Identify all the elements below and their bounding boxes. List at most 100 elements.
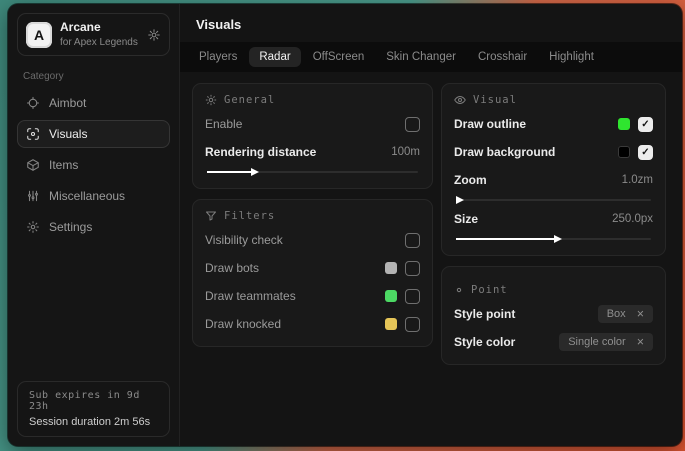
check-icon: ✓: [641, 147, 649, 158]
content: General Enable Rendering distance 100m: [180, 72, 682, 386]
draw-teammates-checkbox[interactable]: [405, 289, 420, 304]
general-panel-title: General: [205, 94, 420, 106]
draw-teammates-label: Draw teammates: [205, 289, 296, 303]
gear-icon[interactable]: [147, 28, 161, 42]
point-panel-title-text: Point: [471, 284, 508, 296]
draw-outline-color-swatch[interactable]: [618, 118, 630, 130]
draw-bots-color-swatch[interactable]: [385, 262, 397, 274]
draw-outline-row: Draw outline ✓: [454, 114, 653, 134]
visual-panel: Visual Draw outline ✓ Draw background: [441, 83, 666, 256]
sidebar-header: A Arcane for Apex Legends: [17, 13, 170, 56]
tab-highlight[interactable]: Highlight: [539, 47, 604, 67]
draw-outline-checkbox[interactable]: ✓: [638, 117, 653, 132]
sliders-icon: [26, 189, 40, 203]
visual-panel-title-text: Visual: [473, 94, 517, 106]
size-row: Size 250.0px: [454, 209, 653, 229]
sidebar-item-label: Visuals: [49, 127, 87, 141]
enable-checkbox[interactable]: [405, 117, 420, 132]
draw-knocked-label: Draw knocked: [205, 317, 281, 331]
scan-eye-icon: [26, 127, 40, 141]
eye-icon: [454, 94, 466, 106]
sidebar-item-items[interactable]: Items: [17, 151, 170, 179]
app-logo: A: [26, 22, 52, 48]
visibility-check-row: Visibility check: [205, 230, 420, 250]
filters-panel-title-text: Filters: [224, 210, 275, 222]
app-window: A Arcane for Apex Legends Category Aimbo…: [8, 4, 682, 446]
visibility-check-checkbox[interactable]: [405, 233, 420, 248]
sidebar-item-aimbot[interactable]: Aimbot: [17, 89, 170, 117]
session-info-box: Sub expires in 9d 23h Session duration 2…: [17, 381, 170, 437]
general-panel: General Enable Rendering distance 100m: [192, 83, 433, 189]
sidebar-item-visuals[interactable]: Visuals: [17, 120, 170, 148]
style-point-select[interactable]: Box ×: [598, 305, 653, 324]
rendering-distance-label: Rendering distance: [205, 145, 316, 159]
sidebar: A Arcane for Apex Legends Category Aimbo…: [8, 4, 180, 446]
app-subtitle: for Apex Legends: [60, 37, 138, 49]
sidebar-item-miscellaneous[interactable]: Miscellaneous: [17, 182, 170, 210]
draw-bots-row: Draw bots: [205, 258, 420, 278]
app-name: Arcane: [60, 21, 138, 35]
slider-thumb[interactable]: [554, 235, 562, 243]
tab-crosshair[interactable]: Crosshair: [468, 47, 537, 67]
rendering-distance-value: 100m: [391, 146, 420, 158]
tab-skin-changer[interactable]: Skin Changer: [376, 47, 466, 67]
rendering-distance-row: Rendering distance 100m: [205, 142, 420, 162]
sub-expires-text: Sub expires in 9d 23h: [29, 390, 158, 412]
slider-thumb[interactable]: [251, 168, 259, 176]
style-color-select[interactable]: Single color ×: [559, 333, 653, 352]
gear-sun-icon: [205, 94, 217, 106]
dot-icon: [454, 285, 464, 295]
sidebar-item-label: Aimbot: [49, 96, 86, 110]
style-color-selected-value: Single color: [568, 336, 625, 348]
draw-bots-label: Draw bots: [205, 261, 259, 275]
zoom-row: Zoom 1.0zm: [454, 170, 653, 190]
box-icon: [26, 158, 40, 172]
visibility-check-label: Visibility check: [205, 233, 283, 247]
zoom-value: 1.0zm: [622, 174, 653, 186]
app-meta: Arcane for Apex Legends: [60, 21, 138, 48]
draw-background-color-swatch[interactable]: [618, 146, 630, 158]
clear-icon[interactable]: ×: [637, 308, 644, 321]
zoom-slider[interactable]: [456, 199, 651, 201]
page-title: Visuals: [196, 17, 666, 32]
draw-outline-label: Draw outline: [454, 117, 526, 131]
style-color-row: Style color Single color ×: [454, 332, 653, 352]
draw-teammates-row: Draw teammates: [205, 286, 420, 306]
tab-radar[interactable]: Radar: [249, 47, 300, 67]
style-point-row: Style point Box ×: [454, 304, 653, 324]
funnel-icon: [205, 210, 217, 222]
draw-bots-checkbox[interactable]: [405, 261, 420, 276]
zoom-label: Zoom: [454, 173, 487, 187]
size-slider[interactable]: [456, 238, 651, 240]
right-column: Visual Draw outline ✓ Draw background: [441, 83, 666, 375]
tab-players[interactable]: Players: [189, 47, 247, 67]
main-area: Visuals Players Radar OffScreen Skin Cha…: [180, 4, 682, 446]
tab-offscreen[interactable]: OffScreen: [303, 47, 375, 67]
rendering-distance-slider[interactable]: [207, 171, 418, 173]
clear-icon[interactable]: ×: [637, 336, 644, 349]
sidebar-item-settings[interactable]: Settings: [17, 213, 170, 241]
style-color-label: Style color: [454, 335, 515, 349]
slider-thumb[interactable]: [456, 196, 464, 204]
size-label: Size: [454, 212, 478, 226]
main-header: Visuals: [180, 4, 682, 42]
slider-fill: [207, 171, 251, 173]
crosshair-icon: [26, 96, 40, 110]
check-icon: ✓: [641, 119, 649, 130]
left-column: General Enable Rendering distance 100m: [192, 83, 433, 357]
draw-knocked-color-swatch[interactable]: [385, 318, 397, 330]
style-point-selected-value: Box: [607, 308, 626, 320]
draw-knocked-checkbox[interactable]: [405, 317, 420, 332]
size-value: 250.0px: [612, 213, 653, 225]
draw-teammates-color-swatch[interactable]: [385, 290, 397, 302]
sidebar-item-label: Miscellaneous: [49, 189, 125, 203]
draw-knocked-row: Draw knocked: [205, 314, 420, 334]
session-duration-text: Session duration 2m 56s: [29, 416, 158, 428]
filters-panel: Filters Visibility check Draw bots: [192, 199, 433, 347]
general-panel-title-text: General: [224, 94, 275, 106]
draw-background-label: Draw background: [454, 145, 555, 159]
point-panel-title: Point: [454, 284, 653, 296]
enable-row: Enable: [205, 114, 420, 134]
tab-bar: Players Radar OffScreen Skin Changer Cro…: [180, 42, 682, 72]
draw-background-checkbox[interactable]: ✓: [638, 145, 653, 160]
